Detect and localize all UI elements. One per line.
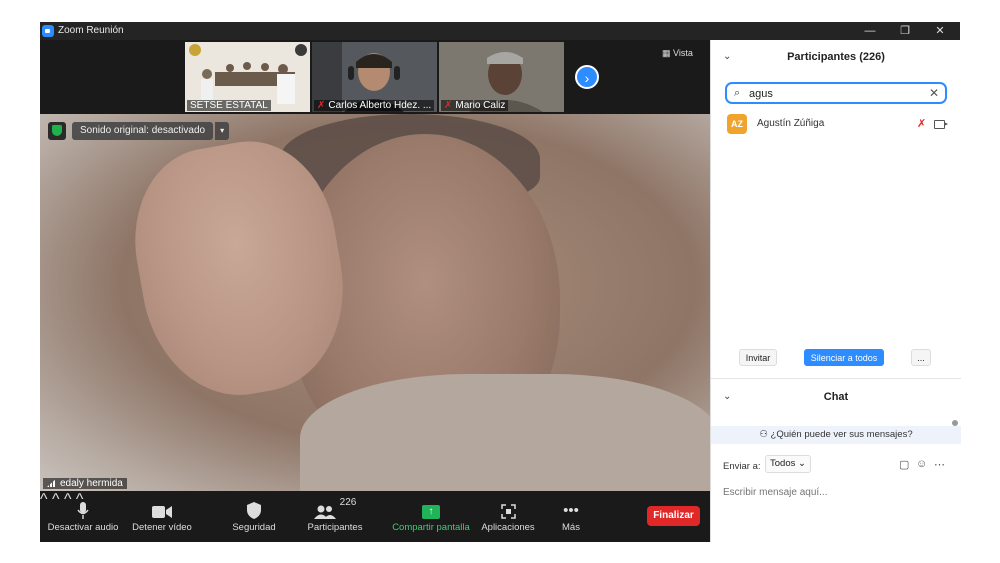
- who-can-see-link[interactable]: ⚇ ¿Quién puede ver sus mensajes?: [711, 426, 961, 444]
- end-meeting-button[interactable]: Finalizar: [647, 506, 700, 526]
- participants-icon: [313, 505, 336, 519]
- original-sound-toggle[interactable]: Sonido original: desactivado ▾: [72, 122, 230, 140]
- window-title: Zoom Reunión: [58, 25, 124, 36]
- muted-mic-icon[interactable]: ✗: [917, 117, 926, 130]
- invite-button[interactable]: Invitar: [739, 349, 777, 366]
- chevron-right-icon: ›: [584, 70, 590, 86]
- shield-icon: [247, 502, 261, 519]
- speaker-shirt: [300, 374, 710, 491]
- participants-button[interactable]: 226 Participantes: [305, 491, 365, 542]
- security-shield-icon[interactable]: [48, 122, 66, 140]
- video-camera-icon: [152, 506, 172, 518]
- close-window-button[interactable]: ✕: [925, 22, 955, 40]
- emoji-icon[interactable]: ☺: [916, 458, 927, 470]
- main-video: Sonido original: desactivado ▾ edaly her…: [40, 114, 710, 491]
- microphone-icon: [77, 502, 89, 519]
- chevron-down-icon: ⌄: [798, 458, 806, 469]
- file-icon[interactable]: ▢: [899, 458, 909, 471]
- participant-search: ⌕ ✕: [725, 82, 947, 104]
- chevron-down-icon[interactable]: ▾: [215, 122, 230, 140]
- stop-video-button[interactable]: Detener vídeo: [130, 491, 194, 542]
- meeting-toolbar: Desactivar audio ^ Detener vídeo ^ Segur…: [40, 491, 710, 542]
- more-button[interactable]: ••• Más: [555, 491, 587, 542]
- video-camera-icon[interactable]: [934, 120, 948, 129]
- ellipsis-icon: •••: [563, 502, 579, 519]
- search-icon: ⌕: [734, 87, 741, 99]
- participants-title: Participantes (226): [787, 51, 885, 63]
- muted-mic-icon: ✗: [317, 100, 326, 111]
- minimize-button[interactable]: —: [855, 22, 885, 40]
- search-input[interactable]: [747, 85, 921, 103]
- grid-icon: ▦: [662, 48, 674, 58]
- participant-name: Agustín Zúñiga: [757, 118, 825, 129]
- video-thumbnail[interactable]: SETSE ESTATAL: [185, 42, 310, 112]
- mute-audio-button[interactable]: Desactivar audio: [46, 491, 120, 542]
- thumbnail-strip: SETSE ESTATAL ✗ Carlos Alberto Hdez. ... …: [40, 40, 710, 114]
- people-icon: ⚇: [759, 429, 771, 440]
- participant-row[interactable]: AZ Agustín Zúñiga ✗: [727, 114, 949, 136]
- participants-count: 226: [339, 497, 357, 508]
- zoom-window: Zoom Reunión — ❐ ✕ SETSE ESTATAL ✗ Carlo…: [40, 22, 961, 542]
- clear-search-icon[interactable]: ✕: [929, 86, 939, 100]
- collapse-chevron-icon[interactable]: ⌄: [723, 40, 731, 74]
- share-screen-button[interactable]: ↑ Compartir pantalla: [390, 491, 472, 542]
- share-screen-icon: ↑: [422, 505, 440, 519]
- signal-strength-icon: [47, 478, 57, 487]
- view-button[interactable]: ▦ Vista: [662, 48, 693, 59]
- muted-mic-icon: ✗: [444, 100, 453, 111]
- participants-header: ⌄ Participantes (226): [711, 40, 961, 70]
- thumbnail-name: ✗ Carlos Alberto Hdez. ...: [314, 100, 435, 111]
- side-panel: ⌄ Participantes (226) ⌕ ✕ AZ Agustín Zúñ…: [710, 40, 961, 542]
- mute-all-button[interactable]: Silenciar a todos: [804, 349, 884, 366]
- security-button[interactable]: Seguridad: [228, 491, 280, 542]
- title-bar: Zoom Reunión — ❐ ✕: [40, 22, 960, 40]
- next-page-button[interactable]: ›: [575, 65, 599, 89]
- speaker-name-label: edaly hermida: [43, 478, 127, 489]
- video-thumbnail[interactable]: ✗ Carlos Alberto Hdez. ...: [312, 42, 437, 112]
- thumbnail-name: SETSE ESTATAL: [187, 100, 271, 111]
- apps-button[interactable]: Aplicaciones: [478, 491, 538, 542]
- thumbnail-name: ✗ Mario Caliz: [441, 100, 509, 111]
- restore-button[interactable]: ❐: [890, 22, 920, 40]
- send-to-label: Enviar a:: [723, 461, 761, 472]
- more-chat-options-icon[interactable]: ⋯: [934, 458, 945, 471]
- chat-title: Chat: [823, 391, 849, 403]
- zoom-logo-icon: [42, 25, 54, 37]
- video-thumbnail[interactable]: ✗ Mario Caliz: [439, 42, 564, 112]
- more-options-button[interactable]: ...: [911, 349, 931, 366]
- divider: [711, 378, 961, 379]
- chat-message-input[interactable]: [723, 484, 943, 500]
- send-to-dropdown[interactable]: Todos ⌄: [765, 455, 811, 473]
- avatar: AZ: [727, 114, 747, 134]
- apps-icon: [500, 504, 516, 519]
- collapse-chevron-icon[interactable]: ⌄: [723, 380, 731, 414]
- chat-header: ⌄ Chat: [711, 380, 961, 410]
